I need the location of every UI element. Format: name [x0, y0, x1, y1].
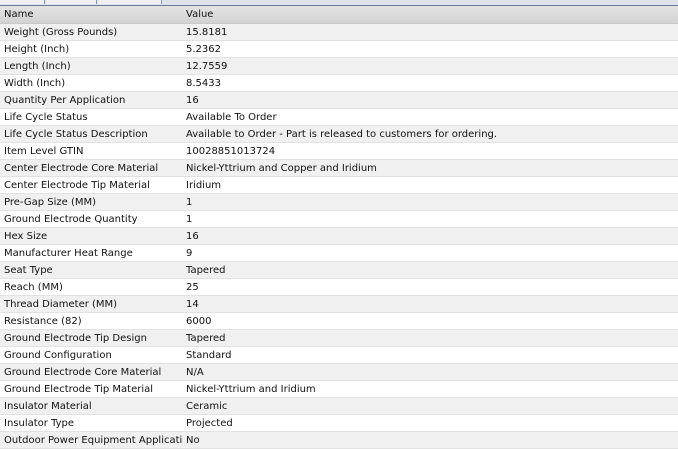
value-cell: Standard: [186, 350, 232, 361]
value-cell: 16: [186, 231, 199, 242]
name-cell: Insulator Material: [4, 401, 92, 412]
tab[interactable]: [98, 0, 162, 4]
value-cell: Ceramic: [186, 401, 228, 412]
value-cell: N/A: [186, 367, 204, 378]
name-cell: Width (Inch): [4, 78, 66, 89]
name-cell: Hex Size: [4, 231, 48, 242]
column-header-value[interactable]: Value: [182, 6, 678, 23]
name-cell: Reach (MM): [4, 282, 63, 293]
table-row[interactable]: Center Electrode Tip Material Iridium: [0, 177, 678, 194]
name-cell: Life Cycle Status Description: [4, 129, 148, 140]
name-cell: Life Cycle Status: [4, 112, 88, 123]
value-cell: Nickel-Yttrium and Copper and Iridium: [186, 163, 377, 174]
table-row[interactable]: Seat Type Tapered: [0, 262, 678, 279]
value-cell: Tapered: [186, 265, 226, 276]
table-row[interactable]: Insulator Material Ceramic: [0, 398, 678, 415]
value-cell: Iridium: [186, 180, 222, 191]
name-cell: Weight (Gross Pounds): [4, 27, 118, 38]
name-cell: Item Level GTIN: [4, 146, 84, 157]
table-row[interactable]: Quantity Per Application 16: [0, 92, 678, 109]
table-row[interactable]: Ground Electrode Core Material N/A: [0, 364, 678, 381]
name-cell: Outdoor Power Equipment Application: [4, 435, 182, 446]
table-row[interactable]: Life Cycle Status Description Available t…: [0, 126, 678, 143]
name-cell: Ground Electrode Tip Material: [4, 384, 154, 395]
value-cell: 5.2362: [186, 44, 221, 55]
name-cell: Manufacturer Heat Range: [4, 248, 133, 259]
value-cell: 1: [186, 214, 193, 225]
table-row[interactable]: Ground Electrode Tip Material Nickel-Yttr…: [0, 381, 678, 398]
name-cell: Center Electrode Core Material: [4, 163, 159, 174]
name-cell: Ground Electrode Quantity: [4, 214, 138, 225]
name-cell: Seat Type: [4, 265, 53, 276]
table-row[interactable]: Center Electrode Core Material Nickel-Ytt…: [0, 160, 678, 177]
value-cell: Nickel-Yttrium and Iridium: [186, 384, 316, 395]
table-row[interactable]: Ground Electrode Tip Design Tapered: [0, 330, 678, 347]
table-row[interactable]: Outdoor Power Equipment Application No: [0, 432, 678, 449]
value-cell: Available to Order - Part is released to…: [186, 129, 498, 140]
table-body: Weight (Gross Pounds) 15.8181 Height (Inch…: [0, 24, 678, 449]
name-cell: Height (Inch): [4, 44, 70, 55]
name-cell: Thread Diameter (MM): [4, 299, 118, 310]
name-cell: Length (Inch): [4, 61, 71, 72]
table-row[interactable]: Resistance (82) 6000: [0, 313, 678, 330]
name-cell: Pre-Gap Size (MM): [4, 197, 97, 208]
table-row[interactable]: Pre-Gap Size (MM) 1: [0, 194, 678, 211]
table-header: Name Value: [0, 6, 678, 24]
name-cell: Ground Configuration: [4, 350, 112, 361]
value-cell: 12.7559: [186, 61, 228, 72]
value-cell: 14: [186, 299, 199, 310]
value-cell: No: [186, 435, 200, 446]
table-row[interactable]: Reach (MM) 25: [0, 279, 678, 296]
table-row[interactable]: Weight (Gross Pounds) 15.8181: [0, 24, 678, 41]
table-row[interactable]: Manufacturer Heat Range 9: [0, 245, 678, 262]
value-cell: 16: [186, 95, 199, 106]
value-cell: 1: [186, 197, 193, 208]
value-cell: 15.8181: [186, 27, 228, 38]
value-cell: 25: [186, 282, 199, 293]
table-row[interactable]: Ground Configuration Standard: [0, 347, 678, 364]
value-cell: Tapered: [186, 333, 226, 344]
name-cell: Insulator Type: [4, 418, 75, 429]
table-row[interactable]: Height (Inch) 5.2362: [0, 41, 678, 58]
tab[interactable]: [46, 0, 97, 4]
table-row[interactable]: Thread Diameter (MM) 14: [0, 296, 678, 313]
value-cell: 6000: [186, 316, 212, 327]
table-row[interactable]: Insulator Type Projected: [0, 415, 678, 432]
tab[interactable]: [0, 0, 45, 4]
value-cell: Available To Order: [186, 112, 277, 123]
table-row[interactable]: Ground Electrode Quantity 1: [0, 211, 678, 228]
name-cell: Ground Electrode Core Material: [4, 367, 162, 378]
name-cell: Resistance (82): [4, 316, 82, 327]
table-row[interactable]: Hex Size 16: [0, 228, 678, 245]
table-row[interactable]: Width (Inch) 8.5433: [0, 75, 678, 92]
value-cell: 8.5433: [186, 78, 221, 89]
name-cell: Center Electrode Tip Material: [4, 180, 150, 191]
tab-strip: [0, 0, 678, 6]
table-row[interactable]: Item Level GTIN 10028851013724: [0, 143, 678, 160]
column-header-name[interactable]: Name: [0, 6, 182, 23]
value-cell: Projected: [186, 418, 233, 429]
value-cell: 10028851013724: [186, 146, 276, 157]
table-row[interactable]: Length (Inch) 12.7559: [0, 58, 678, 75]
value-cell: 9: [186, 248, 193, 259]
name-cell: Ground Electrode Tip Design: [4, 333, 147, 344]
name-cell: Quantity Per Application: [4, 95, 126, 106]
table-row[interactable]: Life Cycle Status Available To Order: [0, 109, 678, 126]
